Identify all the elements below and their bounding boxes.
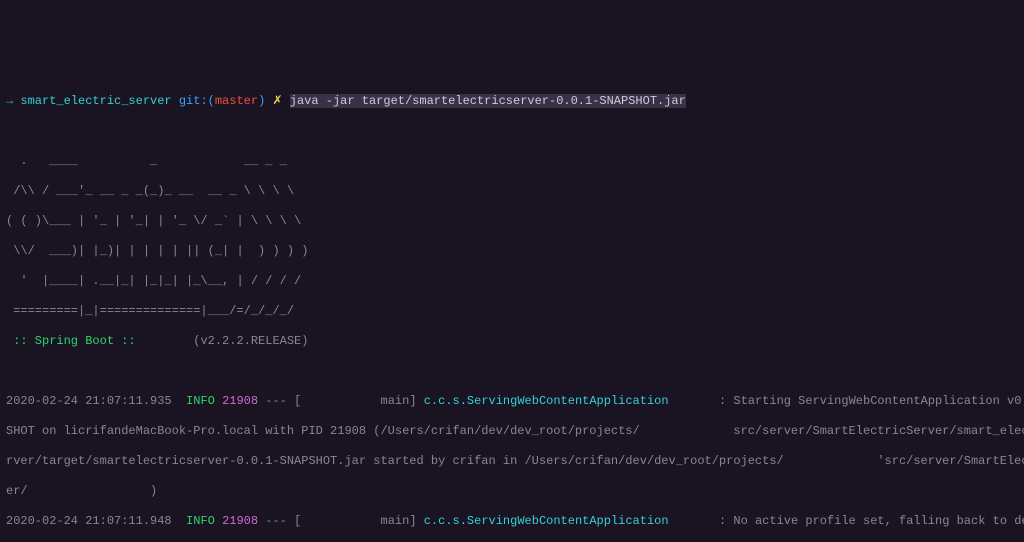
git-branch: master [215,94,258,108]
spring-banner: :: Spring Boot :: (v2.2.2.RELEASE) [6,334,1018,349]
spring-ascii: ' |____| .__|_| |_|_| |_\__, | / / / / [6,274,1018,289]
prompt-arrow: → [6,94,20,108]
log-continuation: er/ ) [6,484,1018,499]
log-timestamp: 2020-02-24 21:07:11.948 [6,514,172,528]
log-thread: main] [301,394,423,408]
log-level: INFO [186,394,215,408]
spring-ascii: . ____ _ __ _ _ [6,154,1018,169]
spring-ascii: \\/ ___)| |_)| | | | | || (_| | ) ) ) ) [6,244,1018,259]
git-open: git:( [172,94,215,108]
spring-ascii: /\\ / ___'_ __ _ _(_)_ __ __ _ \ \ \ \ [6,184,1018,199]
prompt-line: → smart_electric_server git:(master) ✗ j… [6,94,1018,109]
log-pid: 21908 [222,514,258,528]
log-logger: c.c.s.ServingWebContentApplication [424,514,712,528]
terminal-output[interactable]: → smart_electric_server git:(master) ✗ j… [0,75,1024,542]
command-text-highlight[interactable]: java -jar target/smartelectricserver-0.0… [290,94,686,108]
log-sep: --- [ [258,514,301,528]
prompt-dir: smart_electric_server [20,94,171,108]
log-thread: main] [301,514,423,528]
log-message: : No active profile set, falling back to… [712,514,1024,528]
log-pid: 21908 [222,394,258,408]
log-continuation: rver/target/smartelectricserver-0.0.1-SN… [6,454,1018,469]
log-level: INFO [186,514,215,528]
log-message: : Starting ServingWebContentApplication … [712,394,1024,408]
log-sep: --- [ [258,394,301,408]
blank-line [6,364,1018,379]
log-continuation: SHOT on licrifandeMacBook-Pro.local with… [6,424,1018,439]
log-timestamp: 2020-02-24 21:07:11.935 [6,394,172,408]
dirty-x-icon: ✗ [272,94,289,108]
spring-boot-tag: :: Spring Boot :: [6,334,143,348]
spring-ascii: ( ( )\___ | '_ | '_| | '_ \/ _` | \ \ \ … [6,214,1018,229]
log-line: 2020-02-24 21:07:11.935 INFO 21908 --- [… [6,394,1018,409]
blank-line [6,124,1018,139]
log-logger: c.c.s.ServingWebContentApplication [424,394,712,408]
spring-boot-version: (v2.2.2.RELEASE) [143,334,309,348]
git-close: ) [258,94,272,108]
spring-ascii: =========|_|==============|___/=/_/_/_/ [6,304,1018,319]
